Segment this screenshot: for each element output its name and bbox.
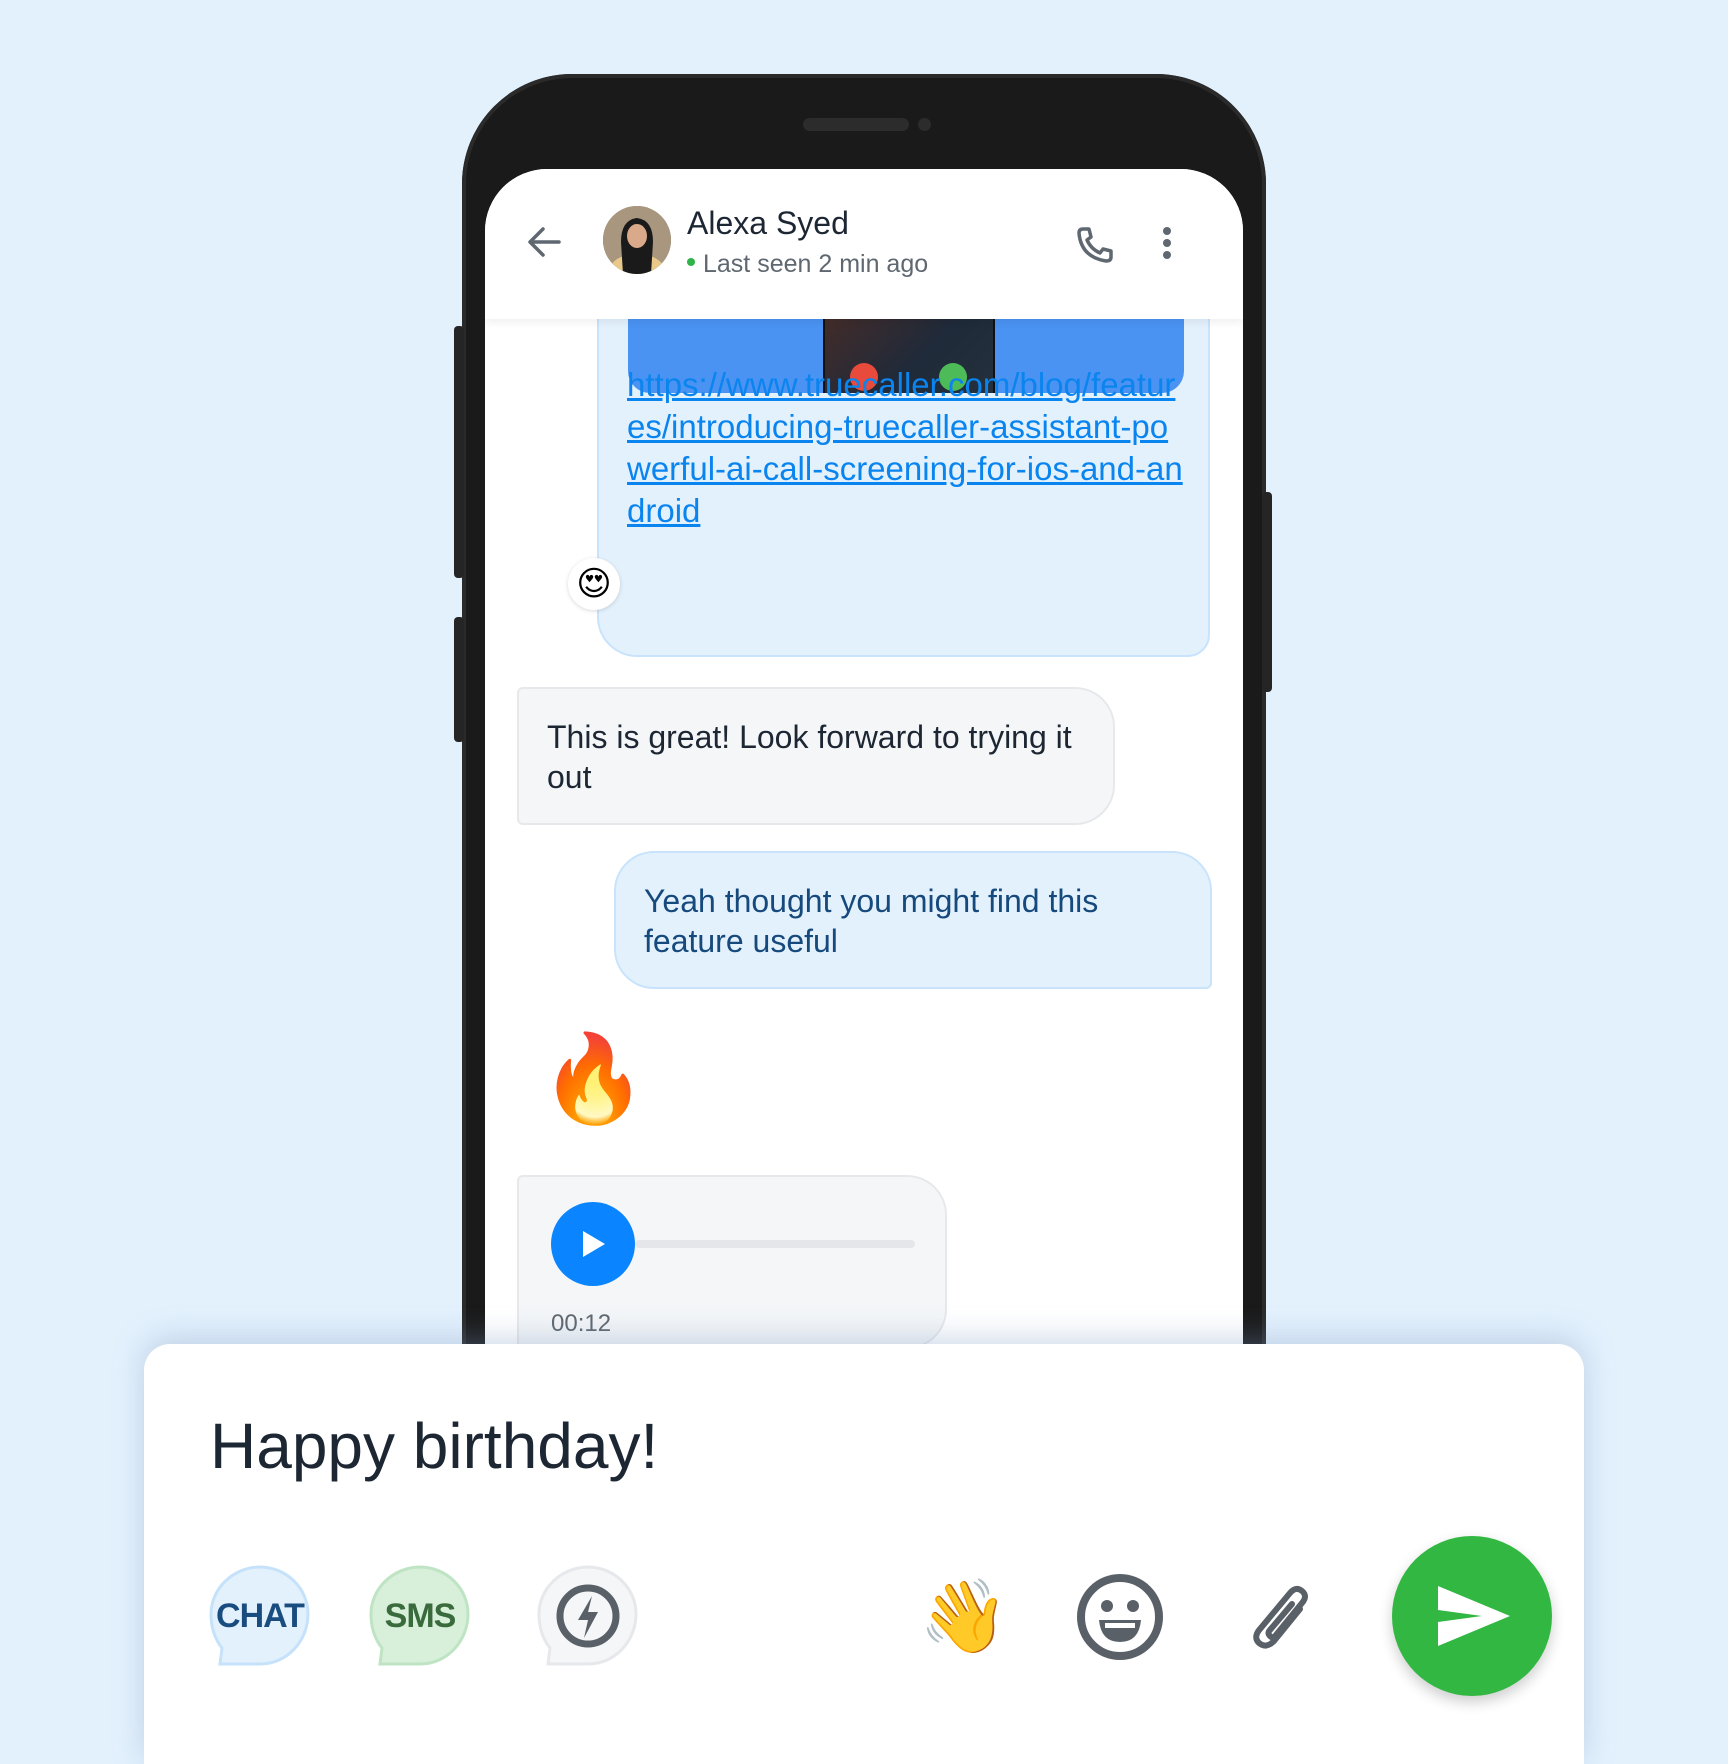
last-seen-text: Last seen 2 min ago bbox=[703, 250, 929, 278]
volume-button bbox=[454, 326, 464, 578]
emoji-button[interactable] bbox=[1072, 1569, 1168, 1665]
attach-button[interactable] bbox=[1236, 1569, 1332, 1665]
flash-mode-button[interactable] bbox=[536, 1564, 640, 1668]
message-incoming[interactable]: This is great! Look forward to trying it… bbox=[517, 687, 1115, 825]
link-url[interactable]: https://www.truecaller.com/blog/features… bbox=[627, 364, 1187, 532]
sms-label: SMS bbox=[384, 1596, 457, 1635]
chat-header: Alexa Syed Last seen 2 min ago bbox=[485, 169, 1243, 319]
avatar-photo bbox=[603, 206, 671, 274]
smiley-icon bbox=[1077, 1574, 1163, 1660]
power-button bbox=[454, 617, 464, 742]
link-preview-message[interactable]: Remind Me Message https://www.truecaller… bbox=[597, 289, 1210, 657]
audio-progress-track[interactable] bbox=[635, 1240, 915, 1248]
compose-panel: CHAT SMS 👋 bbox=[144, 1344, 1584, 1764]
audio-message[interactable]: 00:12 bbox=[517, 1175, 947, 1349]
message-outgoing[interactable]: Yeah thought you might find this feature… bbox=[614, 851, 1212, 989]
flash-icon bbox=[537, 1565, 638, 1666]
more-options-icon[interactable] bbox=[1145, 221, 1189, 265]
contact-avatar[interactable] bbox=[603, 206, 671, 274]
send-icon bbox=[1438, 1586, 1510, 1646]
chat-label: CHAT bbox=[216, 1596, 305, 1635]
earpiece-speaker bbox=[803, 118, 909, 131]
paperclip-icon bbox=[1253, 1585, 1308, 1649]
side-button-right bbox=[1262, 492, 1272, 692]
heart-eyes-reaction-icon[interactable]: 😍 bbox=[568, 558, 620, 610]
chat-mode-button[interactable]: CHAT bbox=[208, 1564, 312, 1668]
play-icon bbox=[583, 1231, 605, 1257]
front-camera bbox=[918, 118, 931, 131]
send-button[interactable] bbox=[1392, 1536, 1552, 1696]
play-button[interactable] bbox=[551, 1202, 635, 1286]
wave-emoji-button[interactable]: 👋 bbox=[916, 1569, 1012, 1665]
message-text: This is great! Look forward to trying it… bbox=[547, 719, 1072, 795]
phone-call-icon[interactable] bbox=[1073, 223, 1117, 267]
sms-mode-button[interactable]: SMS bbox=[368, 1564, 472, 1668]
audio-duration: 00:12 bbox=[551, 1310, 612, 1337]
message-text: Yeah thought you might find this feature… bbox=[644, 883, 1099, 959]
contact-name[interactable]: Alexa Syed bbox=[687, 205, 849, 242]
back-arrow-icon[interactable] bbox=[523, 221, 565, 263]
message-input[interactable] bbox=[208, 1408, 1412, 1484]
fire-emoji-message[interactable]: 🔥 bbox=[540, 1029, 647, 1129]
phone-frame: Remind Me Message https://www.truecaller… bbox=[454, 74, 1272, 1569]
online-indicator bbox=[687, 258, 695, 267]
contact-status: Last seen 2 min ago bbox=[687, 250, 928, 279]
